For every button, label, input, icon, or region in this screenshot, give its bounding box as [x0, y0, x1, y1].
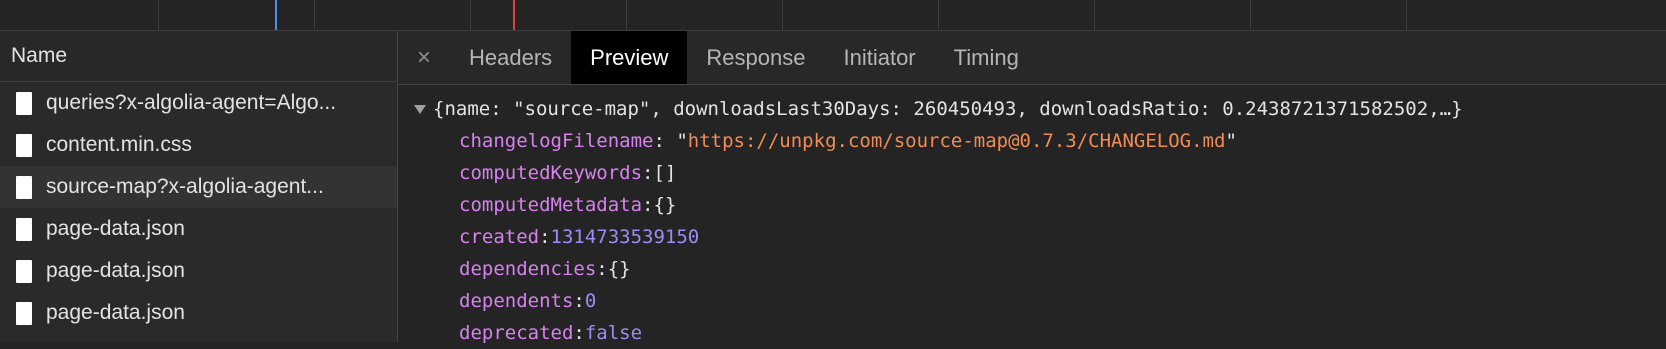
close-icon[interactable]: ×	[398, 31, 450, 84]
document-icon	[16, 175, 32, 199]
json-key: changelogFilename	[459, 130, 654, 152]
dom-content-loaded-marker	[275, 0, 277, 30]
network-timeline-overview[interactable]	[0, 0, 1666, 31]
detail-tabbar: × Headers Preview Response Initiator Tim…	[398, 31, 1666, 85]
json-property[interactable]: dependencies: {}	[398, 253, 1666, 285]
document-icon	[16, 133, 32, 157]
json-property[interactable]: created: 1314733539150	[398, 221, 1666, 253]
request-row[interactable]: queries?x-algolia-agent=Algo...	[0, 82, 397, 124]
tab-response[interactable]: Response	[687, 31, 824, 84]
tab-initiator[interactable]: Initiator	[824, 31, 934, 84]
json-preview-tree: {name: "source-map", downloadsLast30Days…	[398, 85, 1666, 349]
request-list-pane: Name queries?x-algolia-agent=Algo... con…	[0, 31, 398, 342]
request-row[interactable]: page-data.json	[0, 292, 397, 334]
request-row-selected[interactable]: source-map?x-algolia-agent...	[0, 166, 397, 208]
document-icon	[16, 301, 32, 325]
timeline-gridline	[1250, 0, 1251, 30]
tab-timing[interactable]: Timing	[935, 31, 1038, 84]
json-key: dependencies	[459, 258, 597, 280]
request-name: queries?x-algolia-agent=Algo...	[46, 91, 337, 114]
json-value: []	[653, 162, 677, 184]
timeline-gridline	[1406, 0, 1407, 30]
load-event-marker	[513, 0, 515, 30]
tab-preview[interactable]: Preview	[571, 31, 688, 84]
timeline-gridline	[938, 0, 939, 30]
request-row[interactable]: page-data.json	[0, 208, 397, 250]
document-icon	[16, 91, 32, 115]
request-row[interactable]: content.min.css	[0, 124, 397, 166]
json-property[interactable]: changelogFilename: " https://unpkg.com/so…	[398, 125, 1666, 157]
json-root-summary: {name: "source-map", downloadsLast30Days…	[433, 98, 1463, 120]
json-property[interactable]: dependents: 0	[398, 285, 1666, 317]
json-boolean-value: false	[584, 322, 643, 344]
json-key: computedMetadata	[459, 194, 643, 216]
json-key: computedKeywords	[459, 162, 643, 184]
json-root-node[interactable]: {name: "source-map", downloadsLast30Days…	[398, 93, 1666, 125]
json-property[interactable]: deprecated: false	[398, 317, 1666, 349]
timeline-gridline	[470, 0, 471, 30]
name-column-header[interactable]: Name	[0, 31, 397, 82]
request-name: page-data.json	[46, 217, 185, 240]
json-number-value: 1314733539150	[550, 226, 700, 248]
json-property[interactable]: computedMetadata: {}	[398, 189, 1666, 221]
timeline-gridline	[1094, 0, 1095, 30]
timeline-gridline	[158, 0, 159, 30]
json-key: dependents	[459, 290, 574, 312]
json-value: {}	[653, 194, 677, 216]
json-string-value[interactable]: https://unpkg.com/source-map@0.7.3/CHANG…	[688, 125, 1226, 157]
request-name: page-data.json	[46, 259, 185, 282]
document-icon	[16, 217, 32, 241]
request-detail-pane: × Headers Preview Response Initiator Tim…	[398, 31, 1666, 344]
json-key: deprecated	[459, 322, 574, 344]
expand-triangle-icon[interactable]	[414, 104, 426, 114]
request-name: source-map?x-algolia-agent...	[46, 175, 324, 198]
request-row[interactable]: page-data.json	[0, 250, 397, 292]
request-name: page-data.json	[46, 301, 185, 324]
document-icon	[16, 259, 32, 283]
timeline-gridline	[626, 0, 627, 30]
timeline-gridline	[782, 0, 783, 30]
json-key: created	[459, 226, 540, 248]
timeline-gridline	[314, 0, 315, 30]
json-number-value: 0	[584, 290, 597, 312]
request-name: content.min.css	[46, 133, 192, 156]
json-value: {}	[607, 258, 631, 280]
tab-headers[interactable]: Headers	[450, 31, 571, 84]
json-property[interactable]: computedKeywords: []	[398, 157, 1666, 189]
